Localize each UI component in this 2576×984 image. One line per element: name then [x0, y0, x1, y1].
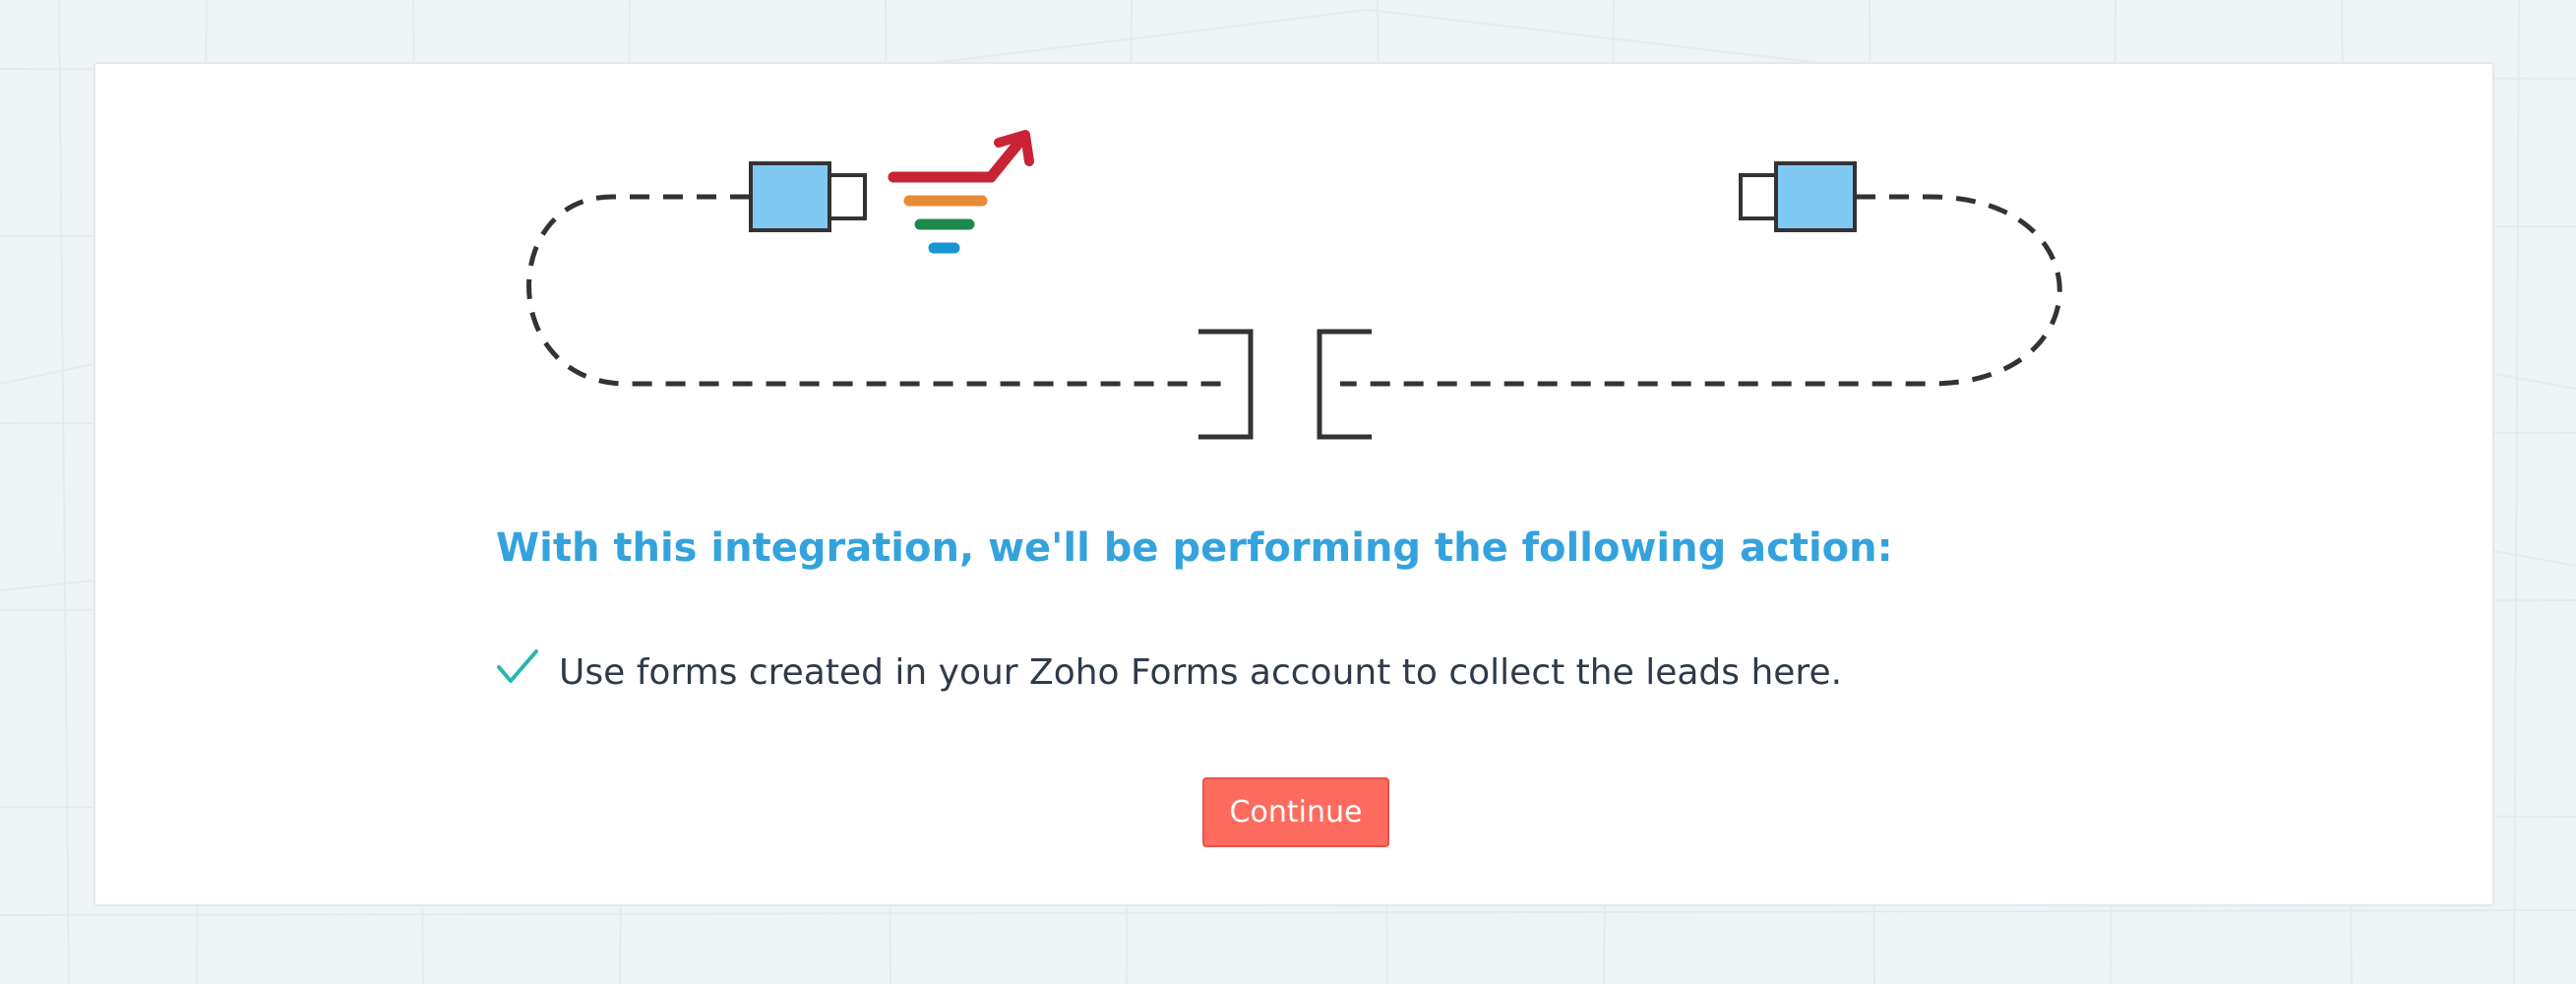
continue-button[interactable]: Continue — [1202, 777, 1389, 847]
integration-card: With this integration, we'll be performi… — [93, 62, 2494, 906]
integration-heading: With this integration, we'll be performi… — [496, 525, 1893, 571]
right-cable — [1340, 194, 2062, 387]
action-list-item: Use forms created in your Zoho Forms acc… — [496, 643, 1842, 702]
action-text: Use forms created in your Zoho Forms acc… — [559, 651, 1843, 693]
left-cable — [526, 194, 1230, 387]
check-icon — [497, 649, 538, 683]
right-plug-icon — [1739, 161, 1857, 232]
brand-logo-icon — [888, 130, 1034, 254]
left-plug-icon — [749, 161, 867, 232]
integration-illustration — [526, 130, 2062, 440]
